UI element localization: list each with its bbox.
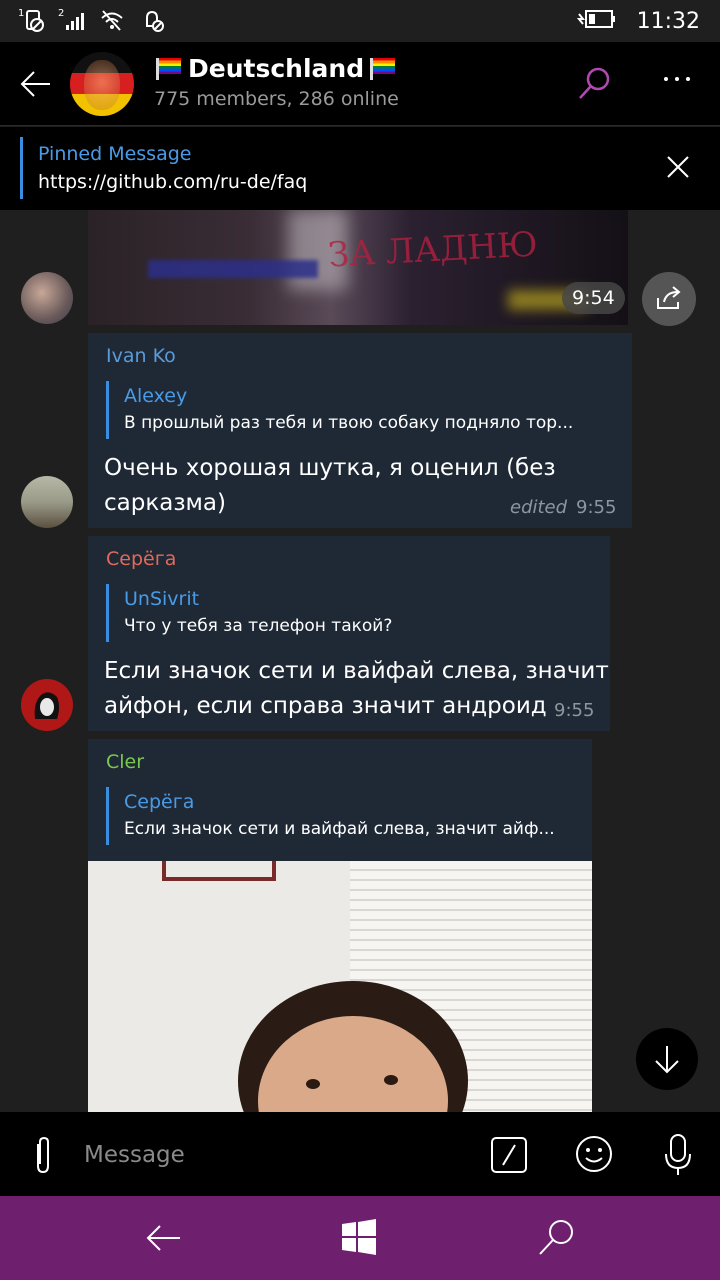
pinned-close-button[interactable]	[660, 149, 696, 185]
wifi-off-icon	[98, 6, 124, 34]
rainbow-flag-icon	[370, 57, 396, 80]
reply-name: UnSivrit	[124, 588, 200, 610]
avatar[interactable]	[21, 476, 73, 528]
chat-title[interactable]: Deutschland	[156, 54, 396, 83]
share-icon	[657, 286, 681, 309]
edited-label: edited	[510, 497, 568, 518]
command-icon	[491, 1137, 527, 1173]
message-bubble[interactable]: Серёга UnSivrit Что у тебя за телефон та…	[88, 536, 610, 731]
reply-name: Серёга	[124, 791, 195, 813]
sim2-label: 2	[58, 8, 64, 19]
pinned-accent-bar	[20, 137, 23, 199]
message-text-line1: Если значок сети и вайфай слева, значит	[104, 658, 609, 684]
search-icon	[539, 1220, 573, 1255]
message-bubble[interactable]: Cler Серёга Если значок сети и вайфай сл…	[88, 739, 592, 861]
search-icon	[579, 67, 610, 99]
chat-header: Deutschland 775 members, 286 online	[0, 42, 720, 126]
scroll-to-bottom-button[interactable]	[636, 1028, 698, 1090]
message-time: 9:55	[554, 700, 595, 721]
nav-search-button[interactable]	[534, 1216, 578, 1260]
nav-back-button[interactable]	[142, 1218, 186, 1258]
attach-button[interactable]	[24, 1134, 62, 1176]
sender-name[interactable]: Cler	[106, 751, 144, 773]
pinned-title: Pinned Message	[38, 143, 192, 165]
reply-text: Что у тебя за телефон такой?	[124, 616, 393, 636]
emoji-icon	[576, 1136, 612, 1172]
sender-name[interactable]: Ivan Ko	[106, 345, 176, 367]
pinned-message[interactable]: Pinned Message https://github.com/ru-de/…	[0, 127, 720, 210]
media-caption: ЗА ЛАДНЮ	[327, 224, 539, 276]
close-icon	[667, 156, 689, 178]
scroll-down-icon	[655, 1046, 679, 1074]
media-time: 9:54	[562, 282, 625, 314]
emoji-button[interactable]	[574, 1134, 614, 1174]
sim1-label: 1	[18, 8, 24, 19]
status-bar: 1 2 11:32	[0, 0, 720, 42]
clock: 11:32	[636, 8, 700, 34]
sim1-no-signal-icon: 1	[18, 6, 44, 34]
group-avatar[interactable]	[70, 52, 134, 116]
search-button[interactable]	[574, 64, 614, 104]
photo-attachment[interactable]	[88, 861, 592, 1112]
quiet-hours-icon	[138, 6, 164, 34]
message-input[interactable]	[84, 1136, 464, 1174]
message-text-line2: айфон, если справа значит андроид	[104, 693, 547, 719]
nav-start-button[interactable]	[340, 1218, 378, 1256]
message-list[interactable]: ЗА ЛАДНЮ 9:54 Ivan Ko Alexey В прошлый р…	[0, 210, 720, 1112]
share-button[interactable]	[642, 272, 696, 326]
back-button[interactable]	[14, 62, 58, 106]
attach-icon	[37, 1136, 49, 1174]
pinned-text: https://github.com/ru-de/faq	[38, 171, 308, 193]
message-bubble[interactable]: Ivan Ko Alexey В прошлый раз тебя и твою…	[88, 333, 632, 528]
avatar[interactable]	[21, 272, 73, 324]
media-message[interactable]: ЗА ЛАДНЮ	[88, 210, 628, 325]
reply-text: В прошлый раз тебя и твою собаку подняло…	[124, 413, 574, 433]
message-text-line2: сарказма)	[104, 490, 226, 516]
composer	[0, 1112, 720, 1196]
back-arrow-icon	[146, 1225, 180, 1251]
chat-title-text: Deutschland	[188, 54, 365, 83]
microphone-icon	[665, 1134, 691, 1175]
reply-text: Если значок сети и вайфай слева, значит …	[124, 819, 555, 839]
battery-charging-icon	[576, 8, 617, 34]
windows-icon	[342, 1219, 376, 1255]
back-arrow-icon	[20, 71, 50, 97]
sender-name[interactable]: Серёга	[106, 548, 176, 570]
reply-name: Alexey	[124, 385, 188, 407]
member-count: 775 members, 286 online	[154, 88, 399, 110]
system-navigation-bar	[0, 1196, 720, 1280]
more-icon	[664, 77, 690, 81]
more-options-button[interactable]	[652, 64, 702, 104]
avatar[interactable]	[21, 679, 73, 731]
sim2-signal-icon: 2	[58, 6, 84, 34]
voice-message-button[interactable]	[662, 1132, 694, 1178]
message-time: 9:55	[576, 497, 617, 518]
message-text-line1: Очень хорошая шутка, я оценил (без	[104, 455, 556, 481]
bot-command-button[interactable]	[490, 1136, 528, 1174]
rainbow-flag-icon	[156, 57, 182, 80]
